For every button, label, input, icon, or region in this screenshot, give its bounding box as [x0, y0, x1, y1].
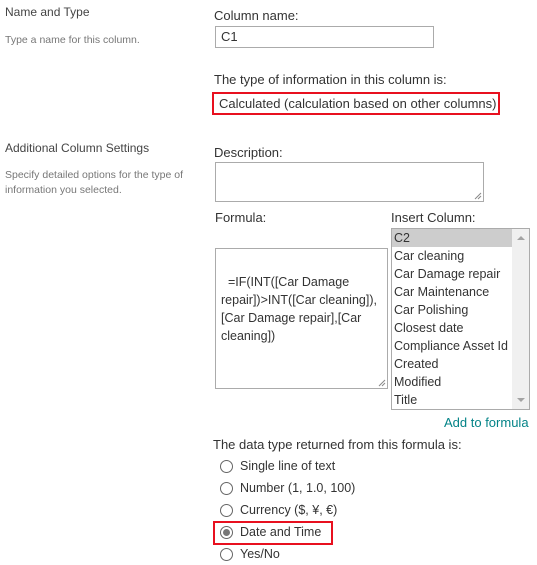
add-to-formula-link[interactable]: Add to formula: [444, 415, 529, 430]
return-type-option-label: Currency ($, ¥, €): [240, 503, 338, 517]
return-type-radio-group: Single line of text Number (1, 1.0, 100) C…: [220, 455, 355, 565]
return-type-option[interactable]: Single line of text: [220, 455, 355, 477]
column-type-value: Calculated (calculation based on other c…: [219, 96, 497, 111]
return-type-option-label: Yes/No: [240, 547, 280, 561]
insert-column-option[interactable]: Car Damage repair: [392, 265, 512, 283]
return-type-label: The data type returned from this formula…: [213, 437, 462, 452]
return-type-option-label: Number (1, 1.0, 100): [240, 481, 356, 495]
insert-column-listbox[interactable]: C2 Car cleaning Car Damage repair Car Maint…: [391, 228, 530, 410]
insert-column-option[interactable]: Created: [392, 355, 512, 373]
column-type-label: The type of information in this column i…: [214, 72, 447, 87]
column-type-highlight: Calculated (calculation based on other c…: [212, 92, 500, 115]
return-type-option[interactable]: Currency ($, ¥, €): [220, 499, 355, 521]
insert-column-option[interactable]: Modified: [392, 373, 512, 391]
return-type-option[interactable]: Number (1, 1.0, 100): [220, 477, 355, 499]
scroll-down-arrow-icon[interactable]: [517, 398, 525, 402]
radio-button[interactable]: [220, 459, 233, 473]
resize-grip-icon[interactable]: [473, 191, 482, 200]
section-title-additional-settings: Additional Column Settings: [5, 141, 150, 155]
resize-grip-icon[interactable]: [377, 378, 386, 387]
listbox-scrollbar[interactable]: [512, 229, 529, 409]
formula-textarea[interactable]: =IF(INT([Car Damage repair])>INT([Car cl…: [215, 248, 388, 389]
return-type-option-label: Single line of text: [240, 459, 336, 473]
radio-button[interactable]: [220, 547, 233, 561]
insert-column-option[interactable]: C2: [392, 229, 512, 247]
description-label: Description:: [214, 145, 283, 160]
description-textarea[interactable]: [215, 162, 484, 202]
insert-column-option[interactable]: Compliance Asset Id: [392, 337, 512, 355]
insert-column-label: Insert Column:: [391, 210, 476, 225]
section-desc-name-and-type: Type a name for this column.: [5, 34, 140, 46]
insert-column-option[interactable]: Closest date: [392, 319, 512, 337]
radio-button[interactable]: [220, 503, 233, 517]
column-name-input[interactable]: C1: [215, 26, 434, 48]
insert-column-option[interactable]: Car Polishing: [392, 301, 512, 319]
formula-value: =IF(INT([Car Damage repair])>INT([Car cl…: [221, 275, 377, 343]
scroll-up-arrow-icon[interactable]: [517, 236, 525, 240]
date-time-highlight: [213, 521, 333, 545]
insert-column-option[interactable]: Title: [392, 391, 512, 409]
column-name-label: Column name:: [214, 8, 299, 23]
insert-column-option[interactable]: Car Maintenance: [392, 283, 512, 301]
return-type-option[interactable]: Yes/No: [220, 543, 355, 565]
formula-label: Formula:: [215, 210, 267, 225]
section-title-name-and-type: Name and Type: [5, 5, 90, 19]
section-desc-additional-settings: Specify detailed options for the type of…: [5, 169, 184, 196]
radio-button[interactable]: [220, 481, 233, 495]
insert-column-option[interactable]: Car cleaning: [392, 247, 512, 265]
